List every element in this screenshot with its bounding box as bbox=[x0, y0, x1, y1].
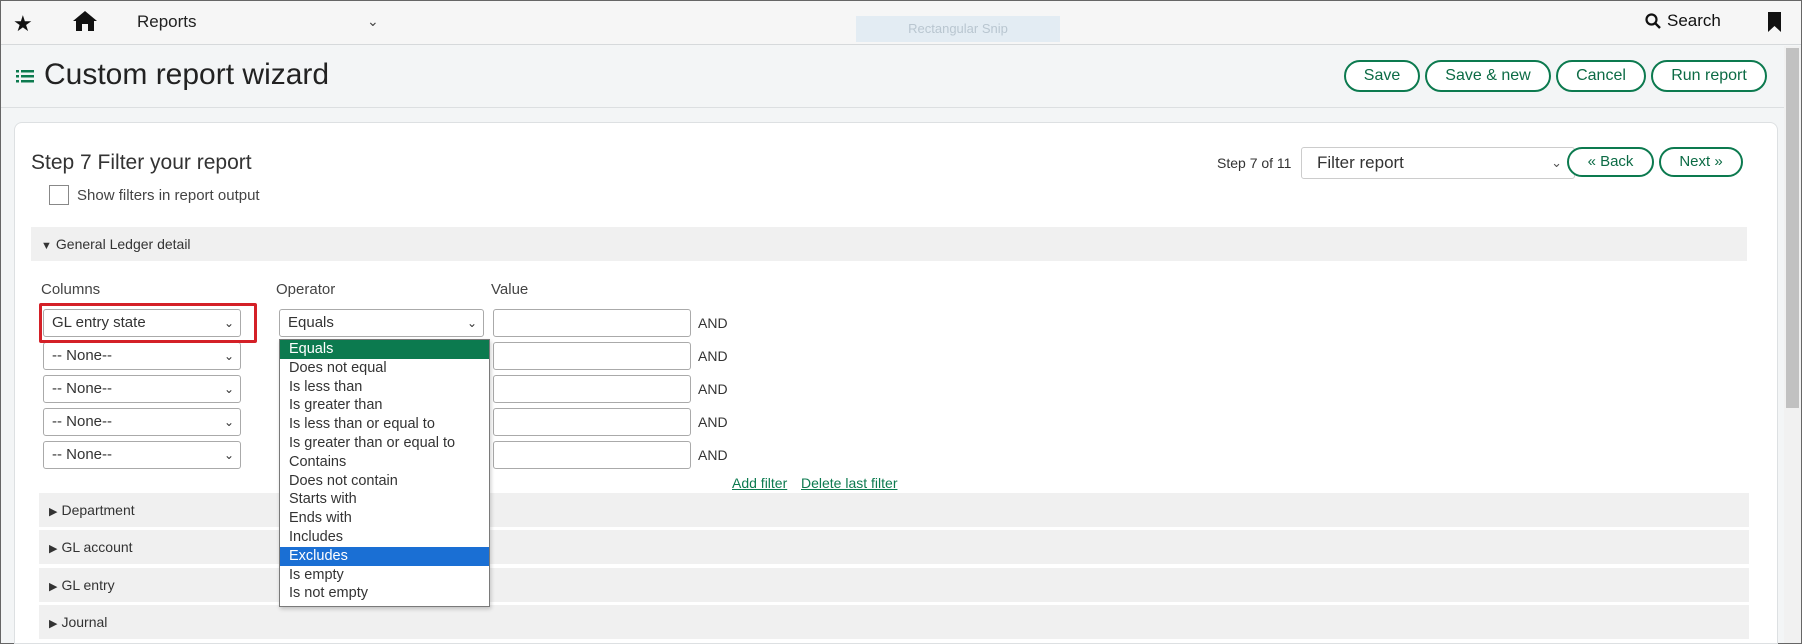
top-nav: ★ Reports ⌄ Rectangular Snip Search bbox=[1, 1, 1801, 45]
value-input[interactable] bbox=[493, 441, 691, 469]
favorites-star-icon[interactable]: ★ bbox=[13, 11, 33, 37]
triangle-right-icon: ▶ bbox=[49, 618, 58, 630]
next-button[interactable]: Next » bbox=[1659, 147, 1743, 177]
highlight-callout-box bbox=[39, 303, 257, 343]
operator-dropdown-list[interactable]: Equals Does not equal Is less than Is gr… bbox=[279, 339, 490, 607]
column-select[interactable]: -- None-- ⌄ bbox=[43, 441, 241, 469]
operator-option[interactable]: Is less than or equal to bbox=[280, 415, 489, 434]
value-input[interactable] bbox=[493, 408, 691, 436]
triangle-right-icon: ▶ bbox=[49, 581, 58, 593]
column-select[interactable]: -- None-- ⌄ bbox=[43, 342, 241, 370]
column-select[interactable]: -- None-- ⌄ bbox=[43, 375, 241, 403]
column-select[interactable]: -- None-- ⌄ bbox=[43, 408, 241, 436]
chevron-down-icon: ⌄ bbox=[1551, 155, 1562, 170]
operator-select[interactable]: Equals ⌄ bbox=[279, 309, 484, 337]
operator-option[interactable]: Is greater than bbox=[280, 396, 489, 415]
scrollbar-thumb[interactable] bbox=[1786, 48, 1799, 408]
section-title: GL entry bbox=[61, 577, 115, 593]
join-label: AND bbox=[698, 447, 728, 463]
step-counter: Step 7 of 11 bbox=[1217, 155, 1292, 171]
operator-option[interactable]: Ends with bbox=[280, 509, 489, 528]
operator-option[interactable]: Does not equal bbox=[280, 359, 489, 378]
value-header: Value bbox=[491, 281, 529, 298]
chevron-down-icon: ⌄ bbox=[223, 382, 234, 396]
section-title: General Ledger detail bbox=[55, 236, 191, 252]
vertical-scrollbar[interactable] bbox=[1784, 46, 1801, 643]
section-general-ledger-detail[interactable]: ▼ General Ledger detail bbox=[31, 227, 1747, 261]
column-select-value: -- None-- bbox=[52, 380, 113, 397]
step-select[interactable]: Filter report ⌄ bbox=[1301, 147, 1575, 179]
chevron-down-icon: ⌄ bbox=[223, 448, 234, 462]
column-select-value: -- None-- bbox=[52, 446, 113, 463]
back-button[interactable]: « Back bbox=[1567, 147, 1654, 177]
show-filters-label: Show filters in report output bbox=[77, 187, 260, 204]
operator-option[interactable]: Starts with bbox=[280, 490, 489, 509]
join-label: AND bbox=[698, 348, 728, 364]
section-journal[interactable]: ▶ Journal bbox=[39, 605, 1749, 639]
save-button[interactable]: Save bbox=[1344, 60, 1420, 92]
step-select-value: Filter report bbox=[1317, 153, 1404, 172]
operator-option[interactable]: Contains bbox=[280, 453, 489, 472]
add-filter-link[interactable]: Add filter bbox=[732, 475, 787, 491]
value-input[interactable] bbox=[493, 309, 691, 337]
page-header: Custom report wizard Save Save & new Can… bbox=[1, 46, 1784, 108]
join-label: AND bbox=[698, 381, 728, 397]
operator-option[interactable]: Does not contain bbox=[280, 472, 489, 491]
operator-option[interactable]: Is empty bbox=[280, 566, 489, 585]
cancel-button[interactable]: Cancel bbox=[1556, 60, 1646, 92]
join-label: AND bbox=[698, 315, 728, 331]
bookmark-icon[interactable] bbox=[1768, 12, 1781, 32]
value-input[interactable] bbox=[493, 375, 691, 403]
triangle-right-icon: ▶ bbox=[49, 543, 58, 555]
operator-option[interactable]: Is greater than or equal to bbox=[280, 434, 489, 453]
section-title: GL account bbox=[61, 539, 133, 555]
search-label: Search bbox=[1667, 11, 1721, 30]
operator-option[interactable]: Excludes bbox=[280, 546, 489, 566]
triangle-right-icon: ▶ bbox=[49, 506, 58, 518]
search-button[interactable]: Search bbox=[1645, 11, 1721, 31]
operator-option[interactable]: Includes bbox=[280, 528, 489, 547]
save-and-new-button[interactable]: Save & new bbox=[1425, 60, 1551, 92]
operator-header: Operator bbox=[276, 281, 336, 298]
value-input[interactable] bbox=[493, 342, 691, 370]
triangle-down-icon: ▼ bbox=[41, 240, 52, 252]
operator-select-value: Equals bbox=[288, 314, 334, 331]
home-icon[interactable] bbox=[71, 9, 99, 33]
column-select-value: -- None-- bbox=[52, 413, 113, 430]
delete-last-filter-link[interactable]: Delete last filter bbox=[801, 475, 897, 491]
section-title: Journal bbox=[61, 614, 108, 630]
chevron-down-icon: ⌄ bbox=[466, 316, 477, 330]
operator-option[interactable]: Is not empty bbox=[280, 584, 489, 603]
operator-option[interactable]: Is less than bbox=[280, 378, 489, 397]
list-menu-icon[interactable] bbox=[16, 68, 34, 84]
rectangular-snip-overlay: Rectangular Snip bbox=[856, 16, 1060, 42]
chevron-down-icon: ⌄ bbox=[223, 415, 234, 429]
columns-header: Columns bbox=[41, 281, 101, 298]
page-title: Custom report wizard bbox=[44, 58, 330, 91]
search-icon bbox=[1645, 13, 1661, 29]
app-menu-label[interactable]: Reports bbox=[137, 12, 197, 32]
chevron-down-icon: ⌄ bbox=[223, 349, 234, 363]
show-filters-checkbox[interactable] bbox=[49, 185, 69, 205]
join-label: AND bbox=[698, 414, 728, 430]
step-title: Step 7 Filter your report bbox=[31, 151, 252, 174]
run-report-button[interactable]: Run report bbox=[1651, 60, 1767, 92]
operator-option[interactable]: Equals bbox=[280, 340, 489, 359]
column-select-value: -- None-- bbox=[52, 347, 113, 364]
chevron-down-icon[interactable]: ⌄ bbox=[367, 13, 379, 30]
section-title: Department bbox=[61, 502, 135, 518]
